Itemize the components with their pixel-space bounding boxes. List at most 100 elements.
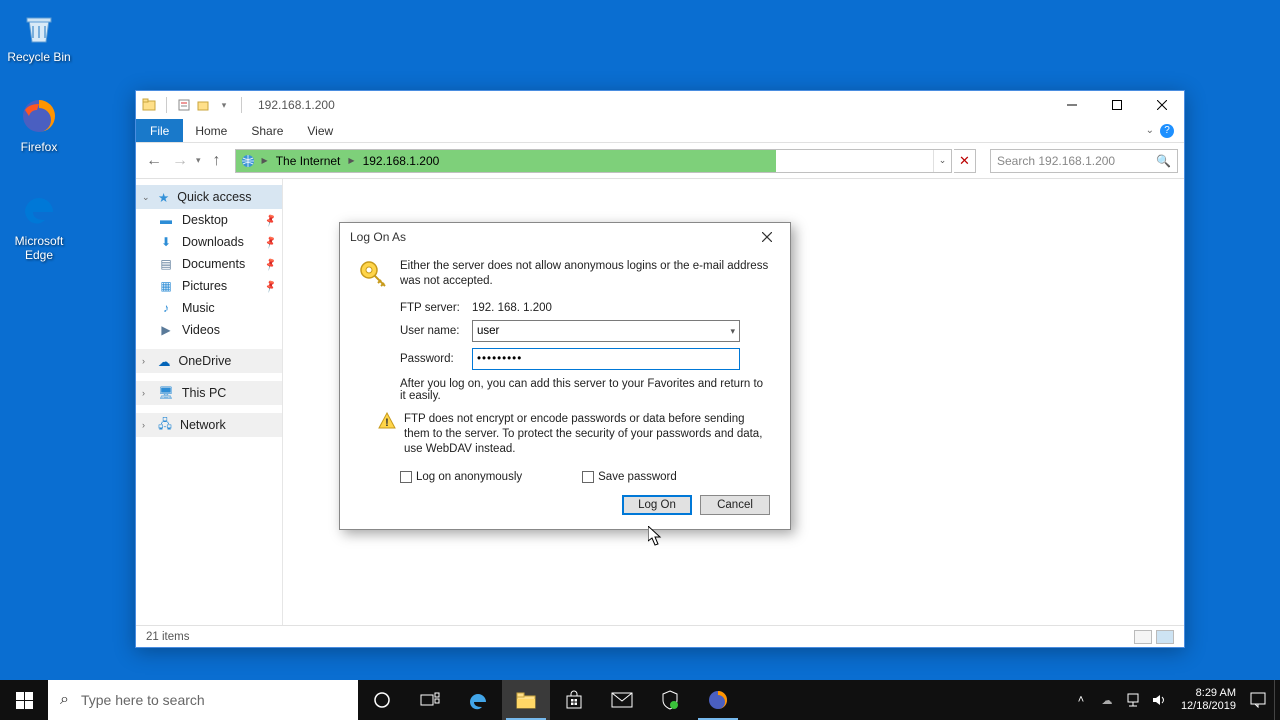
nav-videos[interactable]: ▶Videos	[136, 319, 282, 341]
taskbar-taskview[interactable]	[406, 680, 454, 720]
ftp-server-value: 192. 168. 1.200	[472, 302, 552, 314]
tree-expand-icon[interactable]: ›	[142, 356, 145, 366]
tree-collapse-icon[interactable]: ⌄	[142, 192, 150, 203]
nav-label: Desktop	[182, 213, 228, 227]
tab-share[interactable]: Share	[239, 119, 295, 142]
nav-network[interactable]: ›🖧Network	[136, 413, 282, 437]
tray-clock[interactable]: 8:29 AM 12/18/2019	[1177, 687, 1240, 713]
recycle-bin-icon	[19, 6, 59, 46]
taskbar-firefox[interactable]	[694, 680, 742, 720]
qat-properties-icon[interactable]	[177, 98, 191, 112]
firefox-icon	[19, 96, 59, 136]
taskbar-search[interactable]: ⌕ Type here to search	[48, 680, 358, 720]
desktop-icon-label: Microsoft Edge	[2, 234, 76, 262]
svg-text:!: !	[385, 417, 389, 429]
chevron-down-icon: ▾	[730, 326, 735, 337]
taskbar-store[interactable]	[550, 680, 598, 720]
tab-home[interactable]: Home	[183, 119, 239, 142]
taskbar-explorer[interactable]	[502, 680, 550, 720]
globe-icon	[240, 153, 256, 169]
logon-button[interactable]: Log On	[622, 495, 692, 515]
nav-history-dropdown[interactable]: ▾	[194, 155, 203, 166]
tray-network-icon[interactable]	[1125, 692, 1141, 708]
tray-notifications-icon[interactable]	[1250, 692, 1266, 708]
nav-label: OneDrive	[179, 354, 232, 368]
nav-label: Pictures	[182, 279, 227, 293]
search-placeholder: Type here to search	[81, 692, 205, 708]
nav-forward-button[interactable]: →	[168, 149, 192, 173]
desktop-icon-recycle-bin[interactable]: Recycle Bin	[2, 6, 76, 64]
dialog-titlebar[interactable]: Log On As	[340, 223, 790, 251]
checkbox-save-password[interactable]: Save password	[582, 471, 677, 483]
taskbar-mail[interactable]	[598, 680, 646, 720]
maximize-button[interactable]	[1094, 91, 1139, 119]
tray-show-hidden-icon[interactable]: ˄	[1073, 692, 1089, 708]
music-icon: ♪	[158, 300, 174, 316]
chevron-right-icon[interactable]: ▶	[260, 156, 270, 165]
taskbar-security[interactable]	[646, 680, 694, 720]
tree-expand-icon[interactable]: ›	[142, 420, 145, 430]
help-icon[interactable]: ?	[1160, 124, 1174, 138]
desktop-icon-edge[interactable]: Microsoft Edge	[2, 190, 76, 262]
tab-view[interactable]: View	[295, 119, 345, 142]
dialog-warning-message: FTP does not encrypt or encode passwords…	[404, 412, 772, 457]
address-stop-button[interactable]: ✕	[954, 149, 976, 173]
view-details-button[interactable]	[1134, 630, 1152, 644]
search-input[interactable]: Search 192.168.1.200 🔍	[990, 149, 1178, 173]
close-button[interactable]	[1139, 91, 1184, 119]
search-icon: 🔍	[1156, 154, 1171, 168]
nav-label: This PC	[182, 386, 226, 400]
tray-volume-icon[interactable]	[1151, 692, 1167, 708]
show-desktop-button[interactable]	[1274, 680, 1280, 720]
nav-toolbar: ← → ▾ ↑ ▶ The Internet ▶ 192.168.1.200 ⌄…	[136, 143, 1184, 179]
nav-label: Network	[180, 418, 226, 432]
breadcrumb-internet[interactable]: The Internet	[272, 154, 345, 168]
checkbox-anonymous[interactable]: Log on anonymously	[400, 471, 522, 483]
downloads-icon: ⬇	[158, 234, 174, 250]
desktop-icon-label: Firefox	[2, 140, 76, 154]
breadcrumb-host[interactable]: 192.168.1.200	[359, 154, 444, 168]
system-tray: ˄ ☁ 8:29 AM 12/18/2019	[1065, 680, 1274, 720]
address-bar[interactable]: ▶ The Internet ▶ 192.168.1.200 ⌄	[235, 149, 952, 173]
star-icon: ★	[158, 190, 169, 205]
qat-customize-icon[interactable]: ▾	[217, 98, 231, 112]
ribbon-expand-icon[interactable]: ⌄	[1146, 125, 1154, 136]
nav-back-button[interactable]: ←	[142, 149, 166, 173]
start-button[interactable]	[0, 680, 48, 720]
minimize-button[interactable]	[1049, 91, 1094, 119]
nav-this-pc[interactable]: ›🖥This PC	[136, 381, 282, 405]
videos-icon: ▶	[158, 322, 174, 338]
desktop-icon-firefox[interactable]: Firefox	[2, 96, 76, 154]
nav-desktop[interactable]: ▬Desktop	[136, 209, 282, 231]
pictures-icon: ▦	[158, 278, 174, 294]
chevron-right-icon[interactable]: ▶	[346, 156, 356, 165]
window-title: 192.168.1.200	[258, 98, 335, 112]
username-value: user	[477, 325, 499, 337]
nav-documents[interactable]: ▤Documents	[136, 253, 282, 275]
nav-label: Downloads	[182, 235, 244, 249]
nav-downloads[interactable]: ⬇ Downloads	[136, 231, 282, 253]
titlebar[interactable]: ▾ 192.168.1.200	[136, 91, 1184, 119]
password-input[interactable]	[472, 348, 740, 370]
nav-pictures[interactable]: ▦ Pictures	[136, 275, 282, 297]
tray-time: 8:29 AM	[1181, 687, 1236, 700]
nav-music[interactable]: ♪Music	[136, 297, 282, 319]
nav-quick-access[interactable]: ⌄ ★ Quick access	[136, 185, 282, 209]
cancel-button[interactable]: Cancel	[700, 495, 770, 515]
checkbox-label: Save password	[598, 471, 677, 483]
tab-file[interactable]: File	[136, 119, 183, 142]
taskbar-cortana[interactable]	[358, 680, 406, 720]
dialog-close-button[interactable]	[754, 227, 780, 247]
tray-onedrive-icon[interactable]: ☁	[1099, 692, 1115, 708]
nav-up-button[interactable]: ↑	[205, 149, 229, 173]
address-dropdown-icon[interactable]: ⌄	[933, 150, 951, 172]
qat-new-folder-icon[interactable]	[197, 98, 211, 112]
nav-onedrive[interactable]: ›☁OneDrive	[136, 349, 282, 373]
nav-label: Quick access	[177, 190, 251, 204]
username-combobox[interactable]: user ▾	[472, 320, 740, 342]
taskbar-edge[interactable]	[454, 680, 502, 720]
status-bar: 21 items	[136, 625, 1184, 647]
tree-expand-icon[interactable]: ›	[142, 388, 145, 398]
view-large-button[interactable]	[1156, 630, 1174, 644]
key-icon	[358, 259, 388, 292]
